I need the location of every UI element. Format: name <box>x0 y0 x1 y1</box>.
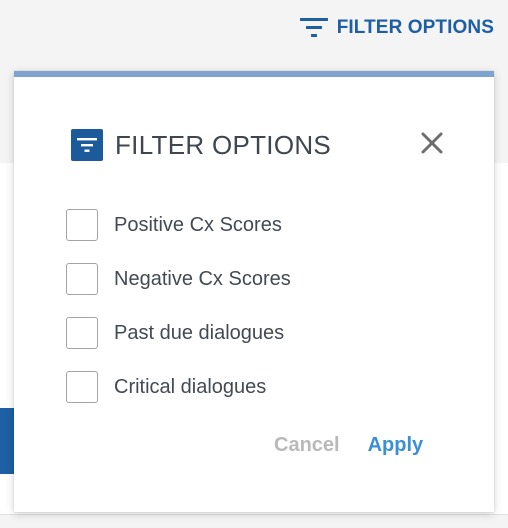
filter-options-trigger-label: FILTER OPTIONS <box>336 17 494 38</box>
close-button[interactable] <box>419 130 445 156</box>
filter-option-negative-cx[interactable]: Negative Cx Scores <box>66 263 291 295</box>
checkbox[interactable] <box>66 209 98 241</box>
filter-options-panel: FILTER OPTIONS Positive Cx Scores Negati… <box>14 71 494 512</box>
filter-option-label: Critical dialogues <box>114 375 267 398</box>
cancel-button[interactable]: Cancel <box>274 434 340 457</box>
filter-lines-icon <box>299 18 328 37</box>
checkbox[interactable] <box>66 371 98 403</box>
apply-button[interactable]: Apply <box>368 434 424 457</box>
filter-option-critical[interactable]: Critical dialogues <box>66 371 291 403</box>
filter-options-trigger[interactable]: FILTER OPTIONS <box>299 14 494 42</box>
page-divider <box>0 514 508 515</box>
filter-option-positive-cx[interactable]: Positive Cx Scores <box>66 209 291 241</box>
filter-option-list: Positive Cx Scores Negative Cx Scores Pa… <box>66 209 291 425</box>
panel-title: FILTER OPTIONS <box>115 129 332 160</box>
panel-actions: Cancel Apply <box>274 430 423 460</box>
checkbox[interactable] <box>66 317 98 349</box>
filter-option-label: Positive Cx Scores <box>114 213 282 236</box>
panel-header: FILTER OPTIONS <box>71 127 331 163</box>
close-icon <box>421 132 443 154</box>
filter-option-past-due[interactable]: Past due dialogues <box>66 317 291 349</box>
filter-lines-icon <box>71 129 103 161</box>
filter-option-label: Negative Cx Scores <box>114 267 291 290</box>
page-accent-strip <box>0 408 14 474</box>
filter-option-label: Past due dialogues <box>114 321 285 344</box>
checkbox[interactable] <box>66 263 98 295</box>
